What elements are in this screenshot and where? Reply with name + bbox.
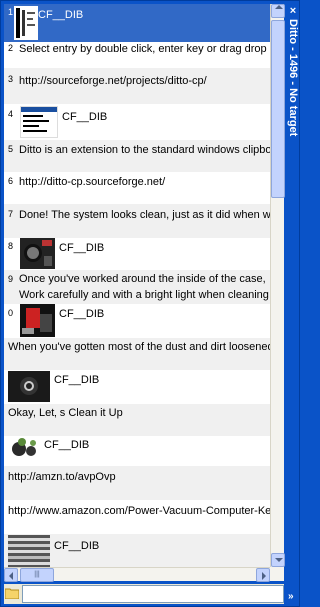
- window-title-text: Ditto - 1496 - No target: [287, 19, 299, 137]
- row-text: Once you've worked around the inside of …: [19, 273, 266, 285]
- vertical-scrollbar[interactable]: [270, 4, 285, 567]
- scroll-down-button[interactable]: [271, 553, 285, 567]
- row-number: 8: [8, 241, 14, 251]
- list-item[interactable]: 1 CF__DIB: [4, 4, 270, 42]
- row-number: 4: [8, 109, 14, 119]
- thumbnail-image: [8, 535, 50, 567]
- row-number: 1: [8, 7, 14, 17]
- chevron-icon[interactable]: »: [288, 591, 294, 602]
- list-item[interactable]: 2 Select entry by double click, enter ke…: [4, 42, 270, 68]
- horizontal-scrollbar[interactable]: |||: [4, 567, 270, 582]
- list-item[interactable]: http://amzn.to/avpOvp: [4, 466, 270, 500]
- row-number: 6: [8, 176, 14, 186]
- row-text: CF__DIB: [59, 308, 105, 320]
- search-bar: [4, 584, 284, 604]
- title-bar[interactable]: × Ditto - 1496 - No target »: [286, 1, 300, 607]
- row-text: http://amzn.to/avpOvp: [8, 471, 116, 483]
- list-item[interactable]: CF__DIB: [4, 436, 270, 466]
- thumbnail-image: [20, 106, 58, 138]
- thumbnail-image: [8, 436, 40, 464]
- row-text: CF__DIB: [62, 111, 108, 123]
- row-text: Select entry by double click, enter key …: [19, 43, 267, 55]
- thumbnail-image: [20, 238, 55, 269]
- row-text: CF__DIB: [38, 9, 84, 21]
- list-item[interactable]: When you've gotten most of the dust and …: [4, 338, 270, 370]
- thumbnail-image: [20, 304, 55, 337]
- folder-icon[interactable]: [5, 587, 19, 599]
- list-item[interactable]: 3 http://sourceforge.net/projects/ditto-…: [4, 68, 270, 104]
- horizontal-scroll-thumb[interactable]: |||: [20, 568, 54, 582]
- row-text: When you've gotten most of the dust and …: [8, 341, 270, 353]
- row-text: http://www.amazon.com/Power-Vacuum-Compu…: [8, 505, 270, 517]
- list-item[interactable]: 4 CF__DIB: [4, 104, 270, 140]
- list-item[interactable]: 7 Done! The system looks clean, just as …: [4, 204, 270, 238]
- scroll-up-button[interactable]: [271, 4, 285, 18]
- arrow-right-icon: [262, 572, 266, 580]
- thumbnail-image: [8, 371, 50, 402]
- arrow-down-icon: [275, 558, 283, 562]
- row-number: 3: [8, 74, 14, 84]
- row-text-line2: Work carefully and with a bright light w…: [19, 289, 269, 301]
- list-item[interactable]: 8 CF__DIB: [4, 238, 270, 270]
- row-text: http://sourceforge.net/projects/ditto-cp…: [19, 75, 207, 87]
- thumbnail-image: [14, 6, 38, 40]
- list-item[interactable]: Okay, Let‚ s Clean it Up: [4, 404, 270, 436]
- scroll-right-button[interactable]: [256, 568, 270, 582]
- row-number: 5: [8, 144, 14, 154]
- list-item[interactable]: CF__DIB: [4, 370, 270, 404]
- window-title: Ditto - 1496 - No target: [286, 19, 300, 189]
- list-item[interactable]: 9 Once you've worked around the inside o…: [4, 270, 270, 304]
- row-number: 7: [8, 209, 14, 219]
- clip-list[interactable]: 1 CF__DIB 2 Select entry by double click…: [4, 4, 270, 567]
- row-text: CF__DIB: [54, 540, 100, 552]
- scroll-left-button[interactable]: [4, 568, 18, 582]
- row-text: CF__DIB: [44, 439, 90, 451]
- row-text: Okay, Let‚ s Clean it Up: [8, 407, 123, 419]
- ditto-window: 1 CF__DIB 2 Select entry by double click…: [0, 0, 300, 607]
- row-number: 2: [8, 43, 14, 53]
- close-icon[interactable]: ×: [287, 5, 299, 17]
- row-number: 9: [8, 274, 14, 284]
- row-text: CF__DIB: [54, 374, 100, 386]
- scrollbar-corner: [270, 567, 284, 581]
- row-text: Done! The system looks clean, just as it…: [19, 209, 270, 221]
- list-item[interactable]: 0 CF__DIB: [4, 304, 270, 338]
- list-item[interactable]: 5 Ditto is an extension to the standard …: [4, 140, 270, 172]
- vertical-scroll-thumb[interactable]: [271, 20, 285, 198]
- search-input[interactable]: [22, 585, 284, 603]
- arrow-up-icon: [275, 5, 283, 9]
- arrow-left-icon: [9, 572, 13, 580]
- list-item[interactable]: http://www.amazon.com/Power-Vacuum-Compu…: [4, 500, 270, 534]
- list-item[interactable]: 6 http://ditto-cp.sourceforge.net/: [4, 172, 270, 204]
- row-number: 0: [8, 308, 14, 318]
- row-text: CF__DIB: [59, 242, 105, 254]
- row-text: Ditto is an extension to the standard wi…: [19, 144, 270, 156]
- list-item[interactable]: CF__DIB: [4, 534, 270, 567]
- row-text: http://ditto-cp.sourceforge.net/: [19, 176, 166, 188]
